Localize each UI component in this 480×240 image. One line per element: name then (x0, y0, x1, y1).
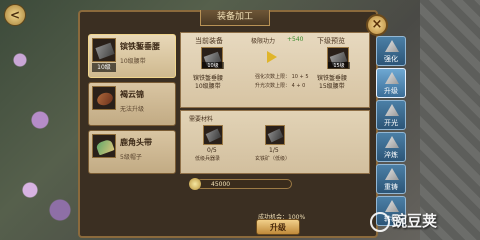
list-item[interactable]: 鹿角头带 5级帽子 (88, 130, 176, 174)
current-equipment-level: 10级腰带 (195, 83, 221, 90)
upgrade-preview: 当前装备 下级预览 极限功力 +540 10级 15级 镔铁錾垂腰 10级腰带 … (180, 32, 370, 108)
cost-display: 45000 (189, 178, 292, 190)
material-slot[interactable] (265, 125, 285, 145)
tab-label: 重铸 (384, 183, 398, 191)
watermark: 豌豆荚 (392, 212, 438, 230)
hat-icon (92, 134, 116, 158)
item-name: 褐云锦 (120, 90, 144, 99)
cost-value: 45000 (211, 181, 231, 188)
watermark-logo-icon (370, 212, 390, 232)
tab-icon (385, 40, 399, 52)
tab-temper[interactable]: 淬炼 (376, 132, 406, 162)
materials-section: 需要材料 0/5 低级兵器录 1/5 玄铁矿（低级） (180, 110, 370, 174)
material-count: 0/5 (207, 147, 217, 154)
power-value: +540 (287, 36, 304, 43)
slot-level-badge: 10级 (202, 62, 224, 69)
upgrade-button[interactable]: 升级 (256, 219, 300, 235)
material-slot[interactable] (203, 125, 223, 145)
item-level-badge: 10级 (92, 63, 116, 72)
tab-icon (385, 104, 399, 116)
belt-icon (92, 38, 116, 62)
function-tabs: 强化 升级 开光 淬炼 重铸 转移 (376, 36, 406, 228)
material-name: 玄铁矿（低级） (255, 156, 291, 162)
preview-equipment-slot[interactable]: 15级 (327, 47, 350, 69)
tab-icon (385, 72, 399, 84)
back-button[interactable]: < (4, 4, 26, 26)
power-label: 极限功力 (251, 38, 276, 45)
material-name: 低级兵器录 (195, 156, 221, 162)
coin-icon (189, 178, 201, 190)
item-subtitle: 无法升级 (120, 106, 145, 113)
background-wall (420, 0, 480, 240)
item-subtitle: 5级帽子 (120, 154, 142, 161)
current-equipment-title: 当前装备 (195, 37, 223, 45)
materials-title: 需要材料 (189, 116, 214, 123)
item-name: 鹿角头带 (120, 138, 152, 147)
preview-equipment-level: 15级腰带 (319, 83, 345, 90)
stat-line: 升光次数上限： 4 + 0 (255, 83, 306, 89)
tab-strengthen[interactable]: 强化 (376, 36, 406, 66)
tab-label: 淬炼 (384, 151, 398, 159)
list-item[interactable]: 褐云锦 无法升级 (88, 82, 176, 126)
tab-label: 强化 (384, 55, 398, 63)
tab-label: 升级 (384, 87, 398, 95)
gloves-icon (92, 86, 116, 110)
slot-level-badge: 15级 (328, 62, 350, 69)
arrow-right-icon (267, 51, 277, 63)
stat-line: 强化次数上限： 10 + 5 (255, 74, 309, 80)
tab-icon (385, 136, 399, 148)
equipment-processing-panel: 装备加工 × 10级 镔铁錾垂腰 10级腰带 褐云锦 无法升级 鹿角头带 5级帽… (78, 10, 388, 238)
tab-icon (385, 168, 399, 180)
tab-reforge[interactable]: 重铸 (376, 164, 406, 194)
next-level-preview-title: 下级预览 (317, 37, 345, 45)
equipment-list: 10级 镔铁錾垂腰 10级腰带 褐云锦 无法升级 鹿角头带 5级帽子 (88, 34, 176, 178)
panel-title: 装备加工 (200, 10, 270, 26)
material-count: 1/5 (269, 147, 279, 154)
tab-enlighten[interactable]: 开光 (376, 100, 406, 130)
tab-upgrade[interactable]: 升级 (376, 68, 406, 98)
item-subtitle: 10级腰带 (120, 58, 146, 65)
list-item[interactable]: 10级 镔铁錾垂腰 10级腰带 (88, 34, 176, 78)
tab-label: 开光 (384, 119, 398, 127)
item-name: 镔铁錾垂腰 (120, 42, 160, 51)
current-equipment-slot[interactable]: 10级 (201, 47, 224, 69)
